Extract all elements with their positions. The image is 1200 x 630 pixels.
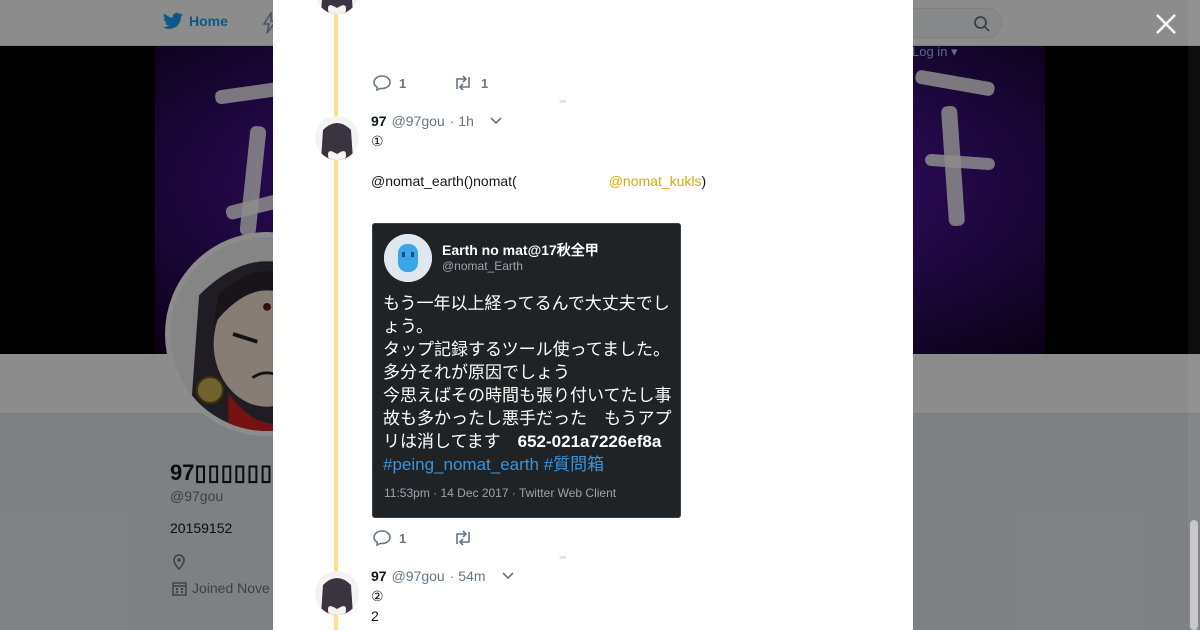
thread-divider-dots: ◦◦ bbox=[559, 94, 566, 108]
tweet-text-prefix: @nomat_earth()nomat( bbox=[371, 173, 517, 189]
scrollbar-thumb[interactable] bbox=[1190, 520, 1198, 630]
reply-count: 1 bbox=[399, 530, 407, 546]
tweet-author-name[interactable]: 97 bbox=[371, 568, 387, 584]
retweet-count: 1 bbox=[481, 75, 489, 91]
tweet-avatar[interactable] bbox=[315, 571, 359, 615]
embed-hashtag: #質問箱 bbox=[543, 455, 605, 474]
tweet-text-line: 2 bbox=[371, 608, 379, 624]
tweet-avatar[interactable] bbox=[315, 116, 359, 160]
tweet-attached-image[interactable]: Earth no mat@17秋全甲 @nomat_Earth もう一年以上経っ… bbox=[372, 223, 681, 518]
avatar-image bbox=[315, 571, 359, 615]
tweet-author-handle[interactable]: @97gou bbox=[392, 568, 445, 584]
retweet-icon bbox=[456, 75, 470, 91]
reply-icon bbox=[373, 75, 391, 91]
embed-meta: 11:53pm · 14 Dec 2017 · Twitter Web Clie… bbox=[384, 486, 617, 500]
tweet-author-handle[interactable]: @97gou bbox=[392, 113, 445, 129]
close-icon[interactable] bbox=[1154, 12, 1178, 36]
embed-text-line: 今思えばその時間も張り付いてたし事故も多かったし悪手だった もうアプリは消してま… bbox=[383, 384, 675, 453]
reply-button[interactable]: 1 bbox=[373, 75, 453, 91]
embed-text-line: もう一年以上経ってるんで大丈夫でしょう。 bbox=[383, 294, 670, 336]
page-scrollbar[interactable] bbox=[1188, 0, 1200, 630]
embed-avatar bbox=[384, 234, 432, 282]
retweet-button[interactable]: 1 bbox=[453, 75, 533, 91]
tweet-thread-modal: 1 1 ◦◦ 97 @97gou · 1h ① @nomat_earth()no… bbox=[273, 0, 913, 630]
embed-text: もう一年以上経ってるんで大丈夫でしょう。 タップ記録するツール使ってました。多分… bbox=[383, 292, 675, 476]
tweet-author-name[interactable]: 97 bbox=[371, 113, 387, 129]
avatar-image bbox=[315, 116, 359, 160]
reply-icon bbox=[373, 530, 391, 546]
reply-count: 1 bbox=[399, 75, 407, 91]
tweet-text-line: ① bbox=[371, 133, 384, 149]
reply-button[interactable]: 1 bbox=[373, 530, 453, 546]
tweet-header: 97 @97gou · 54m bbox=[371, 568, 515, 584]
avatar-image bbox=[315, 0, 359, 14]
robot-avatar-icon bbox=[384, 234, 432, 282]
tweet-actions: 1 bbox=[373, 530, 533, 546]
embed-code: 652-021a7226ef8a bbox=[517, 432, 662, 451]
embed-text-line: タップ記録するツール使ってました。多分それが原因でしょう bbox=[383, 340, 670, 382]
embed-hashtag: #peing_nomat_earth bbox=[383, 455, 539, 474]
tweet-text-line: ② bbox=[371, 588, 384, 604]
retweet-button[interactable] bbox=[453, 530, 533, 546]
embed-author-handle: @nomat_Earth bbox=[442, 259, 523, 273]
tweet-timestamp[interactable]: · 54m bbox=[450, 568, 486, 584]
embed-hashtags: #peing_nomat_earth #質問箱 bbox=[383, 453, 675, 476]
tweet-text-suffix: ) bbox=[701, 173, 707, 189]
thread-line bbox=[334, 0, 338, 630]
tweet-header: 97 @97gou · 1h bbox=[371, 113, 503, 129]
retweet-icon bbox=[456, 530, 470, 546]
tweet-actions: 1 1 bbox=[373, 75, 533, 91]
mention-link[interactable]: @nomat_kukls bbox=[609, 173, 702, 189]
tweet-timestamp[interactable]: · 1h bbox=[450, 113, 474, 129]
embed-author-name: Earth no mat@17秋全甲 bbox=[442, 242, 599, 258]
thread-divider-dots: ◦◦ bbox=[559, 550, 566, 564]
tweet-text-line: @nomat_earth()nomat( @nomat_kukls) bbox=[371, 173, 706, 189]
tweet-avatar[interactable] bbox=[315, 0, 359, 14]
chevron-down-icon[interactable] bbox=[501, 571, 515, 581]
chevron-down-icon[interactable] bbox=[489, 116, 503, 126]
